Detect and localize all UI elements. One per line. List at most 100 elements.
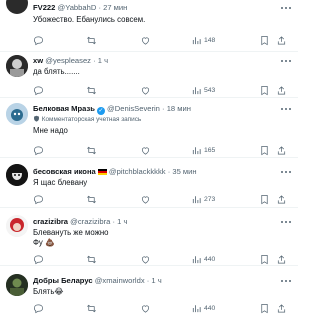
like-button[interactable] (140, 34, 151, 46)
views-button[interactable]: 440 (191, 302, 215, 314)
reply-button[interactable] (33, 193, 44, 205)
views-button[interactable]: 148 (191, 34, 215, 46)
author-name[interactable]: бесовская икона (33, 167, 96, 176)
reply-icon (34, 194, 43, 204)
author-handle[interactable]: @crazizibra (70, 217, 110, 226)
like-button[interactable] (140, 144, 151, 156)
timestamp[interactable]: 1 ч (117, 217, 127, 226)
like-button[interactable] (140, 193, 151, 205)
repost-button[interactable] (86, 253, 97, 265)
author-name[interactable]: Белковая Мразь (33, 104, 95, 113)
author-name[interactable]: FV222 (33, 3, 55, 12)
share-button[interactable] (276, 34, 287, 46)
reply-button[interactable] (33, 253, 44, 265)
views-count: 273 (204, 195, 216, 203)
avatar[interactable] (6, 274, 28, 296)
avatar-belkovaya-icon (6, 103, 28, 125)
more-options-icon[interactable] (280, 276, 292, 286)
views-button[interactable]: 165 (191, 144, 215, 156)
like-button[interactable] (140, 84, 151, 96)
share-icon (277, 303, 286, 313)
timestamp[interactable]: 35 мин (172, 167, 196, 176)
post-header: бесовская икона @pitchblackkkkk · 35 мин (33, 167, 278, 177)
author-name[interactable]: crazizibra (33, 217, 68, 226)
post-actions: 543 (33, 84, 292, 96)
more-options-icon[interactable] (280, 167, 292, 177)
share-button[interactable] (276, 253, 287, 265)
bookmark-button[interactable] (259, 84, 270, 96)
shield-icon (34, 115, 39, 122)
bookmark-button[interactable] (259, 144, 270, 156)
timestamp[interactable]: 27 мин (103, 3, 127, 12)
separator: · (112, 217, 116, 226)
more-options-icon[interactable] (280, 217, 292, 227)
bookmark-icon (261, 303, 268, 313)
like-button[interactable] (140, 253, 151, 265)
repost-button[interactable] (86, 84, 97, 96)
views-count: 440 (204, 255, 216, 263)
post-header: Добры Беларус @xmainworldx · 1 ч (33, 276, 278, 286)
more-options-icon[interactable] (280, 104, 292, 114)
bookmark-button[interactable] (259, 193, 270, 205)
reply-button[interactable] (33, 144, 44, 156)
post[interactable]: xw @yespleasez · 1 ч да блять....... 543 (0, 52, 298, 98)
more-options-icon[interactable] (280, 3, 292, 13)
author-handle[interactable]: @xmainworldx (95, 276, 145, 285)
timestamp[interactable]: 18 мин (167, 104, 191, 113)
share-icon (277, 35, 286, 45)
reply-button[interactable] (33, 34, 44, 46)
bookmark-button[interactable] (259, 253, 270, 265)
heart-icon (141, 256, 150, 264)
repost-button[interactable] (86, 302, 97, 314)
post[interactable]: Белковая Мразь ✓ @DenisSeverin · 18 мин К… (0, 98, 298, 158)
author-name[interactable]: Добры Беларус (33, 276, 93, 285)
reply-button[interactable] (33, 302, 44, 314)
views-icon (192, 36, 201, 44)
post-text: Убожество. Ебанулись совсем. (33, 15, 146, 24)
share-button[interactable] (276, 302, 287, 314)
views-count: 440 (204, 304, 216, 312)
avatar[interactable] (6, 215, 28, 237)
account-label-text: Комментаторская учетная запись (41, 116, 142, 123)
bookmark-button[interactable] (259, 302, 270, 314)
avatar[interactable] (6, 0, 28, 14)
post[interactable]: Добры Беларус @xmainworldx · 1 ч Блять😂 … (0, 266, 298, 320)
repost-icon (87, 36, 96, 44)
views-button[interactable]: 273 (191, 193, 215, 205)
bookmark-icon (261, 85, 268, 95)
share-button[interactable] (276, 193, 287, 205)
avatar[interactable] (6, 164, 28, 186)
timestamp[interactable]: 1 ч (98, 56, 108, 65)
author-name[interactable]: xw (33, 56, 43, 65)
author-handle[interactable]: @pitchblackkkkk (109, 167, 166, 176)
avatar[interactable] (6, 103, 28, 125)
repost-button[interactable] (86, 34, 97, 46)
post-text: Блять😂 (33, 287, 64, 296)
reply-icon (34, 145, 43, 155)
author-handle[interactable]: @yespleasez (45, 56, 91, 65)
repost-button[interactable] (86, 193, 97, 205)
views-button[interactable]: 543 (191, 84, 215, 96)
post[interactable]: FV222 @YabbahD · 27 мин Убожество. Ебану… (0, 0, 298, 52)
views-button[interactable]: 440 (191, 253, 215, 265)
like-button[interactable] (140, 302, 151, 314)
share-button[interactable] (276, 144, 287, 156)
author-handle[interactable]: @YabbahD (58, 3, 97, 12)
reply-icon (34, 303, 43, 313)
author-handle[interactable]: @DenisSeverin (107, 104, 160, 113)
repost-button[interactable] (86, 144, 97, 156)
repost-icon (87, 195, 96, 203)
bookmark-icon (261, 35, 268, 45)
post[interactable]: бесовская икона @pitchblackkkkk · 35 мин… (0, 158, 298, 208)
reply-button[interactable] (33, 84, 44, 96)
post[interactable]: crazizibra @crazizibra · 1 ч Блевануть ж… (0, 208, 298, 266)
bookmark-button[interactable] (259, 34, 270, 46)
more-options-icon[interactable] (280, 56, 292, 66)
bookmark-icon (261, 145, 268, 155)
timestamp[interactable]: 1 ч (151, 276, 161, 285)
share-button[interactable] (276, 84, 287, 96)
avatar[interactable] (6, 55, 28, 77)
share-icon (277, 85, 286, 95)
germany-flag-icon (97, 168, 107, 175)
heart-icon (141, 37, 150, 45)
